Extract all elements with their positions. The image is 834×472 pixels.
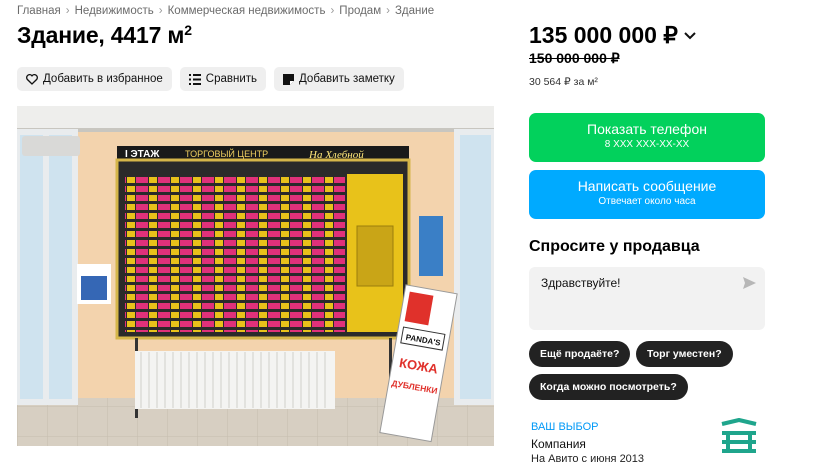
breadcrumb-separator: › (158, 5, 163, 17)
breadcrumb: Главная › Недвижимость › Коммерческая недвиж… (17, 5, 434, 17)
page-title-sup: 2 (184, 22, 192, 38)
quick-question-chip[interactable]: Торг уместен? (636, 341, 733, 367)
breadcrumb-realty[interactable]: Недвижимость (75, 5, 154, 17)
note-icon (283, 73, 295, 85)
seller-type: Компания (531, 437, 586, 451)
compare-icon (188, 73, 201, 85)
add-note-label: Добавить заметку (299, 73, 395, 85)
show-phone-label: Показать телефон (587, 121, 707, 137)
listing-photo[interactable]: I ЭТАЖ ТОРГОВЫЙ ЦЕНТР На Хлебной PANDA'S… (17, 106, 494, 446)
breadcrumb-separator: › (386, 5, 390, 17)
seller-since: На Авито с июня 2013 (531, 453, 645, 465)
add-note-button[interactable]: Добавить заметку (274, 67, 404, 91)
page-title: Здание, 4417 м2 (17, 22, 192, 49)
seller-name[interactable]: ВАШ ВЫБОР (531, 421, 599, 433)
compare-label: Сравнить (205, 73, 258, 85)
breadcrumb-sell[interactable]: Продам (339, 5, 381, 17)
heart-icon (26, 73, 38, 85)
response-time: Отвечает около часа (598, 196, 696, 207)
write-message-label: Написать сообщение (577, 178, 717, 194)
chevron-down-icon[interactable] (684, 31, 696, 40)
quick-question-chip[interactable]: Когда можно посмотреть? (529, 374, 688, 400)
ask-seller-title: Спросите у продавца (529, 238, 700, 255)
price-current: 135 000 000 ₽ (529, 22, 678, 48)
message-input[interactable]: Здравствуйте! (529, 267, 765, 330)
price-per-meter: 30 564 ₽ за м² (529, 76, 598, 88)
phone-number-mask: 8 XXX XXX-XX-XX (604, 139, 690, 150)
breadcrumb-building[interactable]: Здание (395, 5, 434, 17)
breadcrumb-home[interactable]: Главная (17, 5, 61, 17)
add-to-favorites-button[interactable]: Добавить в избранное (17, 67, 172, 91)
photo-interior: I ЭТАЖ ТОРГОВЫЙ ЦЕНТР На Хлебной PANDA'S… (17, 106, 494, 446)
send-icon[interactable] (743, 277, 756, 289)
breadcrumb-separator: › (330, 5, 335, 17)
message-input-text: Здравствуйте! (541, 276, 621, 290)
sign-header-left: I ЭТАЖ (125, 149, 160, 160)
compare-button[interactable]: Сравнить (179, 67, 267, 91)
write-message-button[interactable]: Написать сообщение Отвечает около часа (529, 170, 765, 219)
company-logo-icon[interactable] (719, 418, 759, 458)
price: 135 000 000 ₽ (529, 22, 696, 49)
page-title-text: Здание, 4417 м (17, 22, 185, 48)
price-old: 150 000 000 ₽ (529, 50, 620, 66)
breadcrumb-commercial[interactable]: Коммерческая недвижимость (168, 5, 326, 17)
add-to-favorites-label: Добавить в избранное (43, 73, 163, 85)
sign-header-right: На Хлебной (308, 149, 364, 161)
show-phone-button[interactable]: Показать телефон 8 XXX XXX-XX-XX (529, 113, 765, 162)
listing-actions: Добавить в избранное Сравнить Добавить з… (17, 67, 404, 91)
breadcrumb-separator: › (65, 5, 70, 17)
quick-question-chip[interactable]: Ещё продаёте? (529, 341, 631, 367)
sign-header-mid: ТОРГОВЫЙ ЦЕНТР (185, 148, 268, 159)
